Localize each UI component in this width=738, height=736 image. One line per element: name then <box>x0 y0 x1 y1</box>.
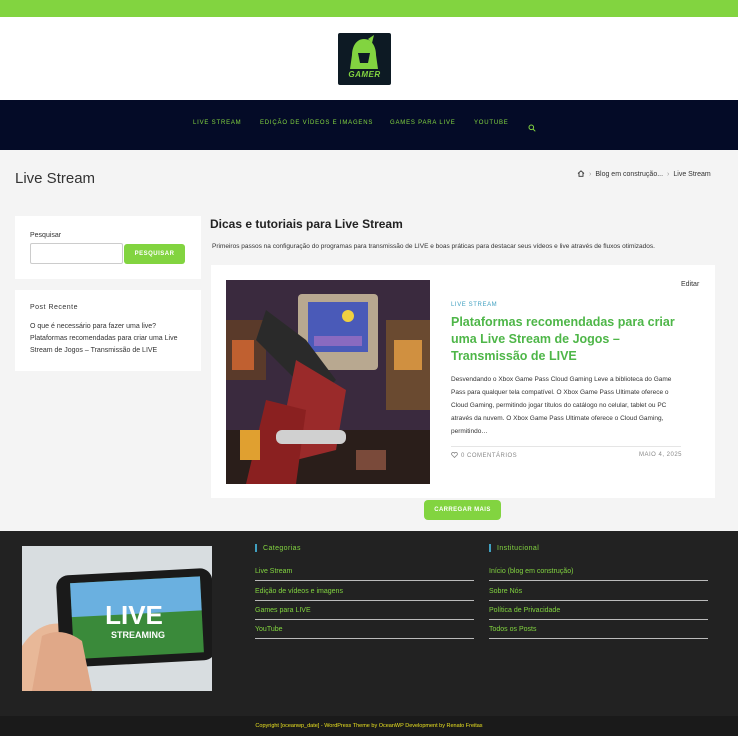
archive-title: Dicas e tutoriais para Live Stream <box>210 217 403 231</box>
copyright-bar: Copyright [oceanwp_date] - WordPress The… <box>0 716 738 736</box>
post-category[interactable]: Live Stream <box>451 302 497 308</box>
footer-link-live-stream[interactable]: Live Stream <box>255 568 474 581</box>
footer-link-todos-posts[interactable]: Todos os Posts <box>489 626 708 639</box>
image-live-text: LIVE <box>105 600 163 630</box>
title-accent-bar <box>255 544 257 552</box>
site-logo[interactable]: GAMER <box>338 33 391 85</box>
breadcrumb-blog-link[interactable]: Blog em construção... <box>595 171 663 178</box>
comments-count: 0 Comentários <box>461 453 518 459</box>
footer-link-games[interactable]: Games para LIVE <box>255 607 474 620</box>
search-widget: Pesquisar PESQUISAR <box>15 216 201 279</box>
logo-text: GAMER <box>348 70 381 79</box>
footer-categories-title: Categorias <box>255 544 301 552</box>
post-divider <box>451 446 681 447</box>
footer-link-edicao[interactable]: Edição de vídeos e imagens <box>255 588 474 601</box>
footer-link-inicio[interactable]: Início (blog em construção) <box>489 568 708 581</box>
recent-posts-title: Post Recente <box>30 304 79 311</box>
footer-link-youtube[interactable]: YouTube <box>255 626 474 639</box>
nav-item-games-para-live[interactable]: Games para LIVE <box>390 120 456 126</box>
image-streaming-text: STREAMING <box>111 630 165 640</box>
edit-post-link[interactable]: Editar <box>681 281 699 288</box>
nav-item-youtube[interactable]: YouTube <box>474 120 509 126</box>
copyright-text: Copyright [oceanwp_date] - WordPress The… <box>255 723 483 729</box>
main-navigation: Live Stream Edição de vídeos e imagens G… <box>0 100 738 150</box>
title-accent-bar <box>489 544 491 552</box>
post-title[interactable]: Plataformas recomendadas para criar uma … <box>451 314 696 365</box>
top-accent-bar <box>0 0 738 17</box>
footer-live-streaming-image: LIVE STREAMING <box>22 546 212 691</box>
post-excerpt: Desvendando o Xbox Game Pass Cloud Gamin… <box>451 376 672 435</box>
footer-link-sobre[interactable]: Sobre Nós <box>489 588 708 601</box>
breadcrumb-separator: › <box>667 171 670 178</box>
post-comments[interactable]: 0 Comentários <box>451 452 517 460</box>
recent-post-link[interactable]: O que é necessário para fazer uma live? <box>30 321 195 333</box>
search-label: Pesquisar <box>30 232 62 239</box>
search-input[interactable] <box>30 243 123 264</box>
post-date: Maio 4, 2025 <box>639 452 683 458</box>
page-title: Live Stream <box>15 170 96 187</box>
heart-icon <box>451 452 458 460</box>
search-icon[interactable] <box>528 119 536 137</box>
recent-post-link[interactable]: Plataformas recomendadas para criar uma … <box>30 333 195 357</box>
breadcrumb-separator: › <box>589 171 592 178</box>
post-thumbnail[interactable] <box>226 280 430 484</box>
nav-item-live-stream[interactable]: Live Stream <box>193 120 241 126</box>
footer: LIVE STREAMING Categorias Live Stream Ed… <box>0 531 738 716</box>
page-header: Live Stream › Blog em construção... › Li… <box>0 150 738 205</box>
footer-institutional-label: Institucional <box>497 544 540 552</box>
load-more-button[interactable]: CARREGAR MAIS <box>424 500 501 520</box>
footer-institutional-title: Institucional <box>489 544 539 552</box>
home-icon[interactable] <box>577 170 585 179</box>
footer-link-privacidade[interactable]: Política de Privacidade <box>489 607 708 620</box>
nav-item-edicao-videos[interactable]: Edição de vídeos e imagens <box>260 120 373 126</box>
recent-posts-widget: Post Recente O que é necessário para faz… <box>15 290 201 371</box>
search-button[interactable]: PESQUISAR <box>124 244 185 264</box>
breadcrumb-current: Live Stream <box>673 171 711 178</box>
post-card: Editar Live Stream Plataformas recomenda… <box>211 265 715 498</box>
footer-categories-label: Categorias <box>263 544 301 552</box>
logo-header: GAMER <box>0 17 738 100</box>
archive-description: Primeiros passos na configuração do prog… <box>212 243 655 250</box>
breadcrumb: › Blog em construção... › Live Stream <box>577 170 711 179</box>
